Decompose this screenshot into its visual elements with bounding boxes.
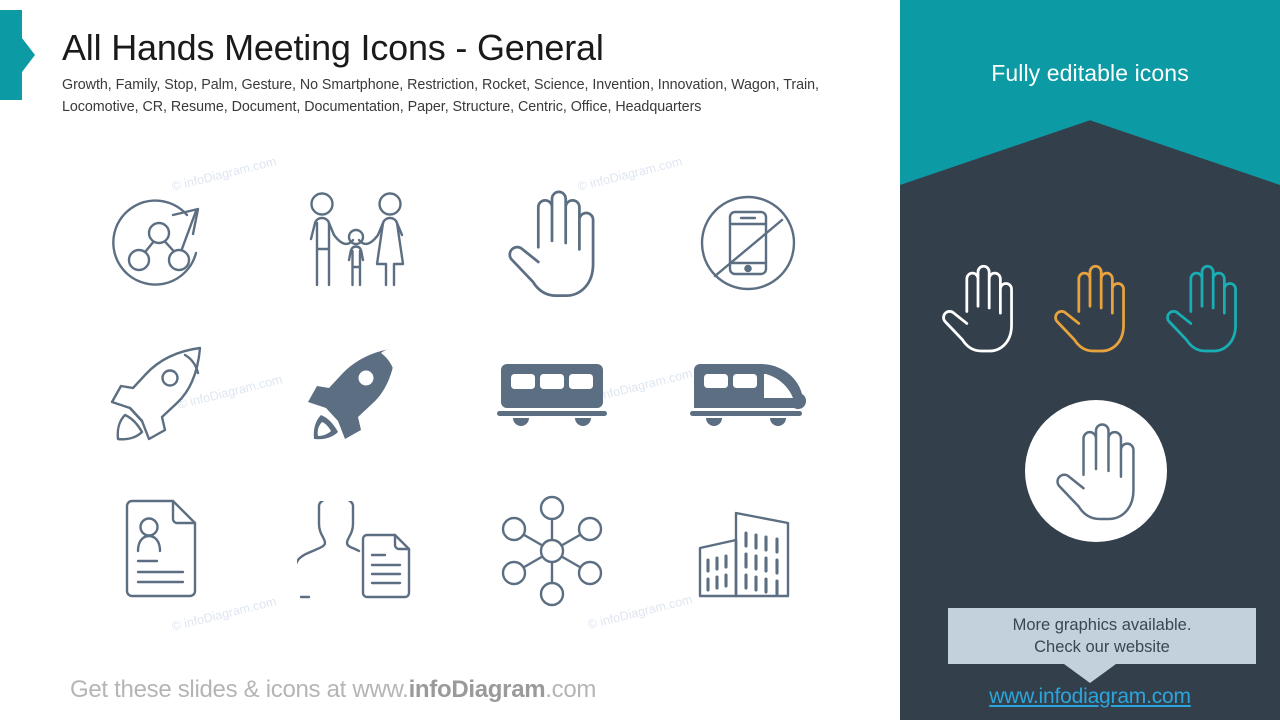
- callout-box: More graphics available. Check our websi…: [948, 608, 1256, 664]
- centric-structure-icon[interactable]: [454, 476, 650, 626]
- teal-accent-bar: [0, 10, 22, 100]
- slide-footer: Get these slides & icons at www.infoDiag…: [70, 676, 596, 704]
- callout-notch-icon: [1064, 664, 1116, 683]
- page-title: All Hands Meeting Icons - General: [62, 27, 604, 68]
- website-link[interactable]: www.infodiagram.com: [900, 685, 1280, 709]
- footer-suffix: .com: [545, 676, 597, 703]
- rocket-filled-icon[interactable]: [258, 320, 454, 470]
- slide-main-area: All Hands Meeting Icons - General Growth…: [0, 0, 900, 720]
- palm-hand-orange-icon[interactable]: [1047, 258, 1133, 363]
- hand-color-variants: [900, 258, 1280, 366]
- person-document-icon[interactable]: [258, 476, 454, 626]
- train-wagon-icon[interactable]: [454, 320, 650, 470]
- office-buildings-icon[interactable]: [650, 476, 846, 626]
- panel-banner-title: Fully editable icons: [991, 60, 1189, 86]
- family-icon[interactable]: [258, 168, 454, 318]
- locomotive-icon[interactable]: [650, 320, 846, 470]
- palm-hand-teal-icon[interactable]: [1159, 258, 1245, 363]
- resume-document-icon[interactable]: [62, 476, 258, 626]
- featured-palm-hand-badge[interactable]: [1025, 400, 1167, 542]
- palm-hand-icon[interactable]: [454, 168, 650, 318]
- footer-prefix: Get these slides & icons at www.: [70, 676, 409, 703]
- callout-line-2: Check our website: [1034, 638, 1170, 656]
- title-block: All Hands Meeting Icons - General Growth…: [62, 27, 862, 119]
- footer-brand: infoDiagram: [408, 676, 546, 703]
- growth-icon[interactable]: [62, 168, 258, 318]
- palm-hand-white-icon[interactable]: [935, 258, 1021, 363]
- no-smartphone-icon[interactable]: [650, 168, 846, 318]
- rocket-outline-icon[interactable]: [62, 320, 258, 470]
- side-panel: Fully editable icons More graphics avail…: [900, 0, 1280, 720]
- teal-accent-arrow-icon: [22, 38, 35, 72]
- panel-banner: [900, 0, 1280, 185]
- page-subtitle: Growth, Family, Stop, Palm, Gesture, No …: [62, 77, 819, 116]
- icon-grid: [62, 168, 852, 618]
- callout-block: More graphics available. Check our websi…: [900, 582, 1280, 712]
- callout-line-1: More graphics available.: [1012, 615, 1192, 634]
